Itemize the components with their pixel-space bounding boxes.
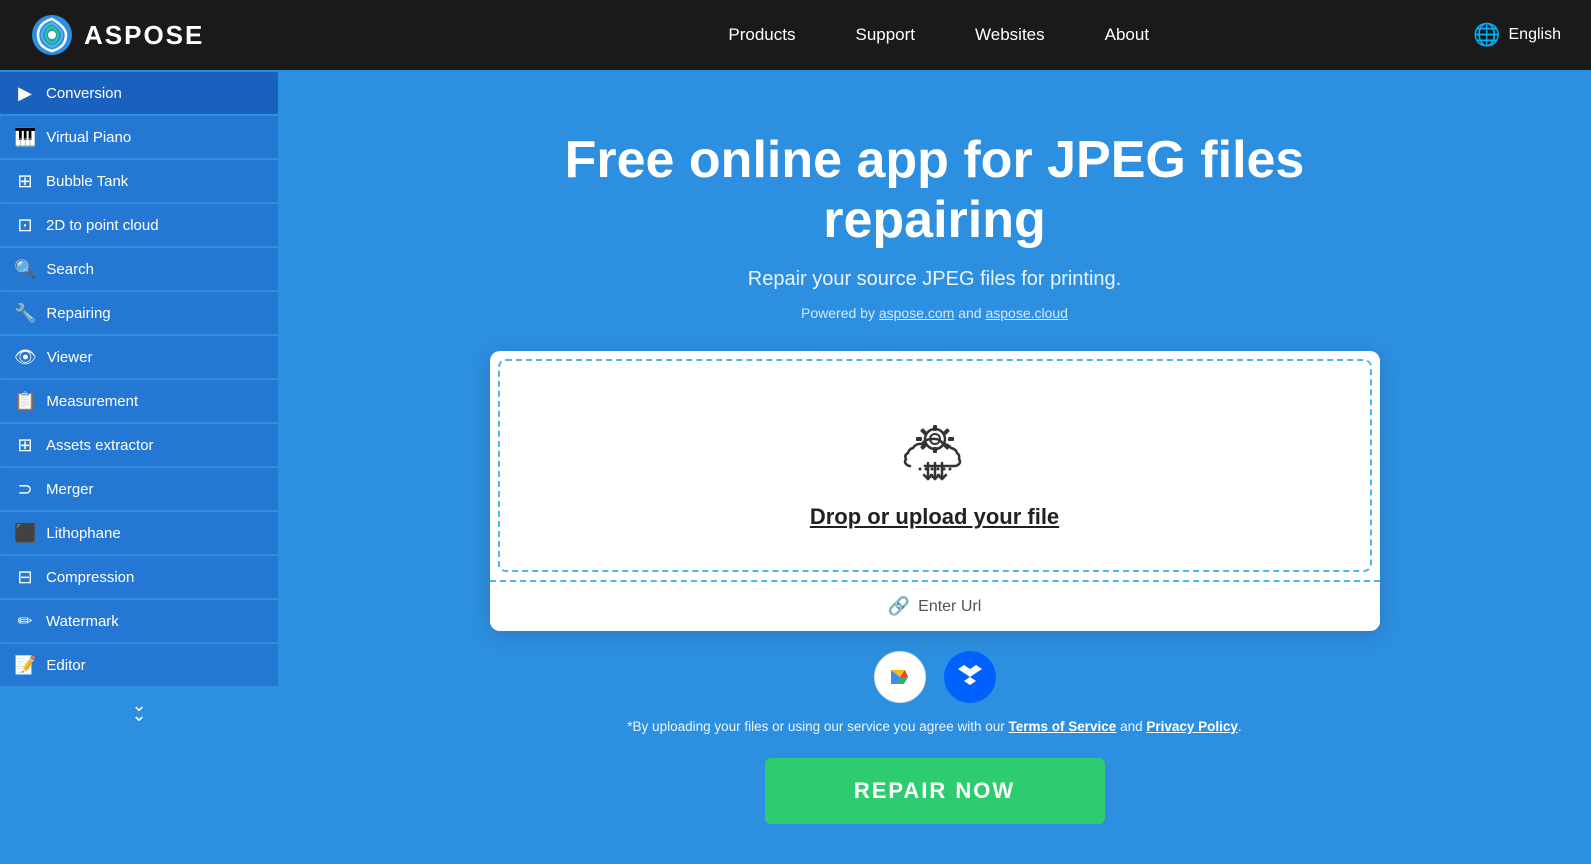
terms-of-service-link[interactable]: Terms of Service xyxy=(1009,719,1117,734)
nav-support[interactable]: Support xyxy=(855,25,915,45)
language-selector[interactable]: 🌐 English xyxy=(1473,22,1561,48)
sidebar-item-compression[interactable]: ⊟ Compression xyxy=(0,556,278,598)
sidebar-item-label: Conversion xyxy=(46,85,122,102)
sidebar-item-lithophane[interactable]: ⬛ Lithophane xyxy=(0,512,278,554)
assets-icon: ⊞ xyxy=(14,435,36,456)
drop-text[interactable]: Drop or upload your file xyxy=(810,504,1059,530)
compression-icon: ⊟ xyxy=(14,567,36,588)
page-title: Free online app for JPEG files repairing xyxy=(460,130,1410,250)
enter-url-row[interactable]: 🔗 Enter Url xyxy=(490,580,1380,631)
sidebar-item-assets-extractor[interactable]: ⊞ Assets extractor xyxy=(0,424,278,466)
measurement-icon: 📋 xyxy=(14,391,36,412)
nav-about[interactable]: About xyxy=(1105,25,1149,45)
upload-cloud-icon xyxy=(890,411,980,486)
sidebar-item-label: Compression xyxy=(46,569,134,586)
chevron-down-icon: ⌄⌄ xyxy=(131,696,146,724)
upload-box: Drop or upload your file 🔗 Enter Url xyxy=(490,351,1380,631)
nav-links: Products Support Websites About xyxy=(728,25,1149,45)
sidebar-item-editor[interactable]: 📝 Editor xyxy=(0,644,278,686)
terms-suffix: . xyxy=(1238,719,1242,734)
sidebar-item-label: Editor xyxy=(46,657,85,674)
nav-products[interactable]: Products xyxy=(728,25,795,45)
aspose-logo-icon xyxy=(30,13,74,57)
privacy-policy-link[interactable]: Privacy Policy xyxy=(1146,719,1238,734)
viewer-icon: 👁 xyxy=(14,347,37,368)
aspose-com-link[interactable]: aspose.com xyxy=(879,305,954,321)
conversion-icon: ▶ xyxy=(14,83,36,104)
sidebar-item-label: Search xyxy=(46,261,94,278)
enter-url-label: Enter Url xyxy=(918,598,981,616)
terms-prefix: *By uploading your files or using our se… xyxy=(627,719,1008,734)
sidebar-item-watermark[interactable]: ✏ Watermark xyxy=(0,600,278,642)
powered-by-prefix: Powered by xyxy=(801,305,879,321)
watermark-icon: ✏ xyxy=(14,611,36,632)
sidebar-item-label: Viewer xyxy=(47,349,93,366)
editor-icon: 📝 xyxy=(14,655,36,676)
language-label: English xyxy=(1509,26,1561,44)
drop-area[interactable]: Drop or upload your file xyxy=(498,359,1372,572)
logo-area: ASPOSE xyxy=(30,13,204,57)
sidebar-item-label: Assets extractor xyxy=(46,437,154,454)
sidebar-item-label: Merger xyxy=(46,481,94,498)
repair-icon: 🔧 xyxy=(14,303,36,324)
sidebar-item-viewer[interactable]: 👁 Viewer xyxy=(0,336,278,378)
sidebar-more-button[interactable]: ⌄⌄ xyxy=(0,688,278,732)
powered-by-and: and xyxy=(954,305,985,321)
sidebar-item-repairing[interactable]: 🔧 Repairing xyxy=(0,292,278,334)
piano-icon: 🎹 xyxy=(14,127,36,148)
nav-websites[interactable]: Websites xyxy=(975,25,1045,45)
main-content: Free online app for JPEG files repairing… xyxy=(278,70,1591,864)
sidebar-item-label: Lithophane xyxy=(46,525,120,542)
sidebar-item-label: Virtual Piano xyxy=(46,129,131,146)
logo-text: ASPOSE xyxy=(84,20,204,51)
sidebar-item-label: Repairing xyxy=(46,305,110,322)
sidebar-item-virtual-piano[interactable]: 🎹 Virtual Piano xyxy=(0,116,278,158)
globe-icon: 🌐 xyxy=(1473,22,1500,48)
pointcloud-icon: ⊡ xyxy=(14,215,36,236)
dropbox-icon xyxy=(957,664,983,690)
repair-now-button[interactable]: REPAIR NOW xyxy=(765,758,1105,824)
powered-by-text: Powered by aspose.com and aspose.cloud xyxy=(801,305,1068,321)
litho-icon: ⬛ xyxy=(14,523,36,544)
google-drive-icon xyxy=(887,664,913,690)
sidebar-item-label: Bubble Tank xyxy=(46,173,128,190)
sidebar-item-label: Measurement xyxy=(46,393,138,410)
sidebar-item-2d-point-cloud[interactable]: ⊡ 2D to point cloud xyxy=(0,204,278,246)
sidebar-item-bubble-tank[interactable]: ⊞ Bubble Tank xyxy=(0,160,278,202)
google-drive-button[interactable] xyxy=(874,651,926,703)
page-subtitle: Repair your source JPEG files for printi… xyxy=(748,268,1122,291)
aspose-cloud-link[interactable]: aspose.cloud xyxy=(985,305,1068,321)
terms-text: *By uploading your files or using our se… xyxy=(627,719,1241,734)
terms-and: and xyxy=(1116,719,1146,734)
header: ASPOSE Products Support Websites About 🌐… xyxy=(0,0,1591,70)
search-icon: 🔍 xyxy=(14,259,36,280)
sidebar-item-merger[interactable]: ⊃ Merger xyxy=(0,468,278,510)
sidebar-item-label: 2D to point cloud xyxy=(46,217,159,234)
cloud-icons xyxy=(874,651,996,703)
bubble-icon: ⊞ xyxy=(14,171,36,192)
sidebar-item-conversion[interactable]: ▶ Conversion xyxy=(0,72,278,114)
sidebar-item-label: Watermark xyxy=(46,613,119,630)
sidebar-item-search[interactable]: 🔍 Search xyxy=(0,248,278,290)
merger-icon: ⊃ xyxy=(14,479,36,500)
sidebar: ▶ Conversion 🎹 Virtual Piano ⊞ Bubble Ta… xyxy=(0,70,278,759)
sidebar-item-measurement[interactable]: 📋 Measurement xyxy=(0,380,278,422)
link-icon: 🔗 xyxy=(888,596,910,617)
dropbox-button[interactable] xyxy=(944,651,996,703)
